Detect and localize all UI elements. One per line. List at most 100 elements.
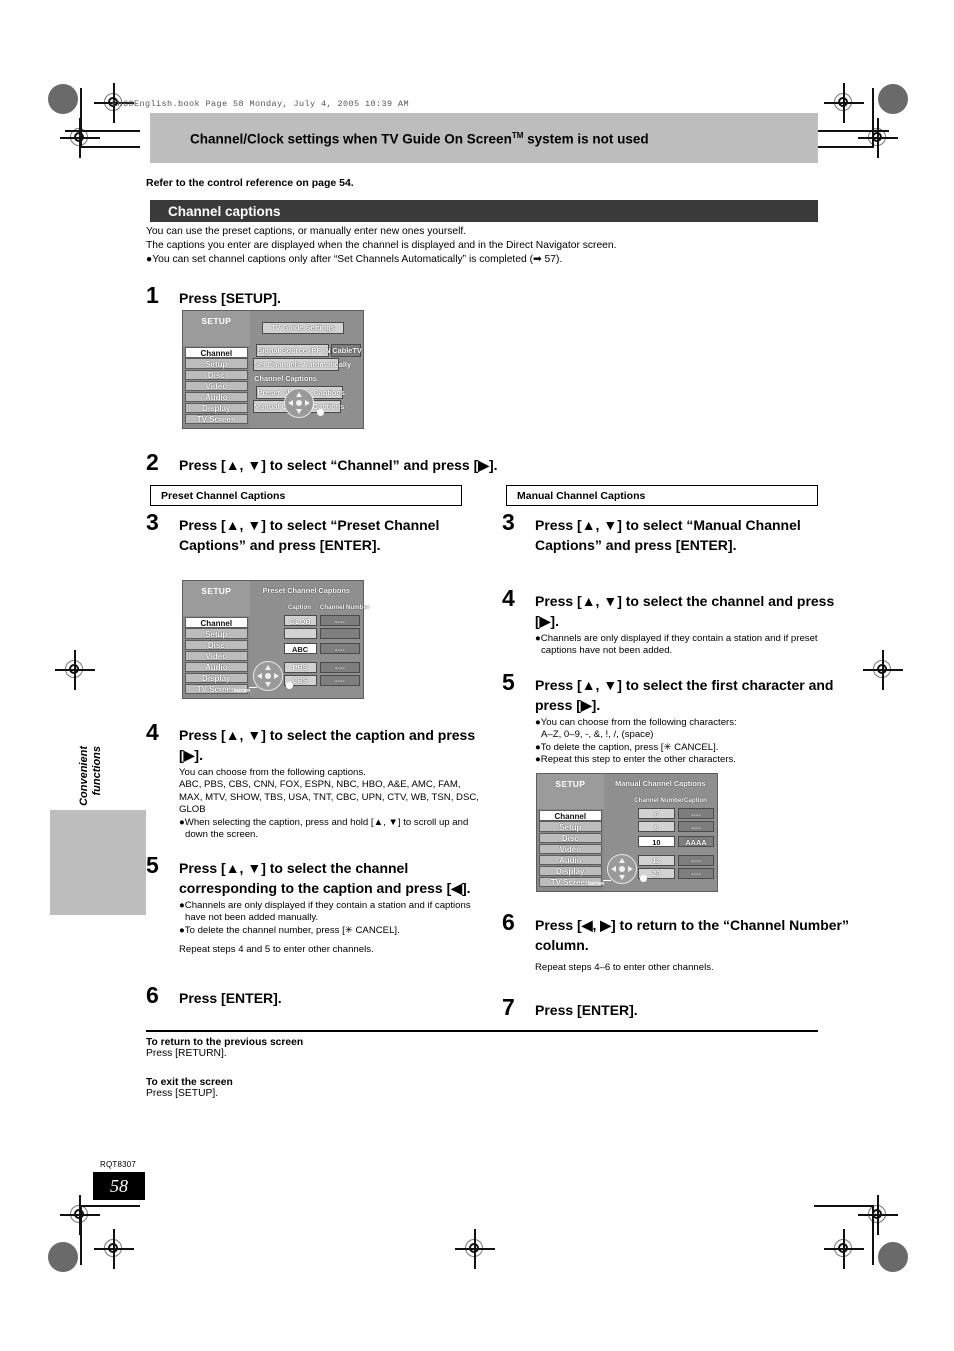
osd-setup-screen: SETUP Channel Setup Disc Video Audio Dis… <box>182 310 364 429</box>
osd-setup-menu-disc[interactable]: Disc <box>184 369 248 381</box>
osd-preset-row-1-channel[interactable] <box>319 627 360 639</box>
side-tab-label: Convenient functions <box>78 746 103 806</box>
right-step-6-body: Press [◀, ▶] to return to the “Channel N… <box>535 915 850 974</box>
osd-preset-menu-video[interactable]: Video <box>184 650 248 662</box>
osd-setup-menu-setup[interactable]: Setup <box>184 358 248 369</box>
footnote-exit-title: To exit the screen <box>146 1077 233 1088</box>
osd-manual-menu-setup[interactable]: Setup <box>538 821 602 832</box>
chapter-banner-title: Channel/Clock settings when TV Guide On … <box>190 131 649 147</box>
osd-preset-content: Preset Channel Captions Caption Channel … <box>234 581 369 698</box>
left-step-4-headline: Press [▲, ▼] to select the caption and p… <box>179 727 476 763</box>
footnote-divider <box>146 1030 818 1032</box>
osd-preset-row-3-channel[interactable]: ---- <box>319 661 360 673</box>
osd-btn-set-channels-automatically[interactable]: Set Channels Automatically <box>253 357 351 371</box>
osd-setup-menu-display[interactable]: Display <box>184 402 248 414</box>
refer-to-control-reference: Refer to the control reference on page 5… <box>146 177 354 189</box>
right-step-5-note-2: A–Z, 0–9, -, &, !, /, (space) <box>541 729 654 741</box>
osd-preset-menu-audio[interactable]: Audio <box>184 661 248 673</box>
left-step-6-headline: Press [ENTER]. <box>179 990 282 1006</box>
osd-preset-dpad-icon: ENTER <box>234 660 293 693</box>
footnote-return: To return to the previous screen Press [… <box>146 1037 303 1059</box>
step-2-number: 2 <box>146 449 159 475</box>
osd-manual-row-0-channel[interactable]: 6 <box>637 807 676 820</box>
chapter-title-before: Channel/Clock settings when TV Guide On … <box>190 131 512 147</box>
footnote-exit-body: Press [SETUP]. <box>146 1088 219 1099</box>
osd-setup-menu-audio[interactable]: Audio <box>184 391 248 403</box>
osd-preset-row-0-caption[interactable]: GLOB <box>283 614 317 627</box>
osd-manual-row-3-caption[interactable]: ---- <box>678 854 714 866</box>
page-number-box: 58 <box>93 1172 145 1200</box>
left-step-4-number: 4 <box>146 719 159 745</box>
osd-manual-menu-video[interactable]: Video <box>538 843 602 855</box>
osd-manual-row-1-channel[interactable]: 8 <box>637 820 676 832</box>
right-step-4-note-1: ●Channels are only displayed if they con… <box>535 633 818 657</box>
osd-preset-row-0-channel[interactable]: ---- <box>319 614 360 627</box>
right-step-5-note-4: ●Repeat this step to enter the other cha… <box>535 754 736 766</box>
osd-preset-row-2-caption[interactable]: ABC <box>283 643 317 655</box>
osd-preset-title: SETUP <box>183 581 250 617</box>
osd-setup-menu-channel[interactable]: Channel <box>184 347 248 358</box>
right-step-5-note-1: ●You can choose from the following chara… <box>535 717 737 728</box>
osd-btn-signal-source[interactable]: Signal Source (RF IN) <box>256 343 333 357</box>
osd-manual-menu-channel[interactable]: Channel <box>538 810 602 821</box>
osd-manual-row-4-caption[interactable]: ---- <box>678 867 714 879</box>
osd-preset-row-4-channel[interactable]: ---- <box>319 674 360 686</box>
osd-preset-row-2-channel[interactable]: ---- <box>319 643 360 655</box>
osd-manual-screen-title: Manual Channel Captions <box>615 778 706 788</box>
osd-preset-title-text: SETUP <box>201 585 232 596</box>
osd-manual-header-channel-number: Channel Number <box>634 797 684 805</box>
left-step-4-note-2: ABC, PBS, CBS, CNN, FOX, ESPN, NBC, HBO,… <box>179 779 479 816</box>
osd-setup-menu-tv-screen[interactable]: TV Screen <box>184 413 248 425</box>
intro-line-1: You can use the preset captions, or manu… <box>146 226 467 237</box>
right-step-3-number: 3 <box>502 509 515 535</box>
osd-manual-row-2-caption[interactable]: AAAA <box>678 836 714 848</box>
osd-preset-header-caption: Caption <box>287 604 311 612</box>
step-1-number: 1 <box>146 282 159 308</box>
right-step-7-body: Press [ENTER]. <box>535 1000 835 1020</box>
section-intro: You can use the preset captions, or manu… <box>146 225 826 266</box>
right-step-3-headline: Press [▲, ▼] to select “Manual Channel C… <box>535 517 801 553</box>
osd-preset-menu-disc[interactable]: Disc <box>184 639 248 651</box>
right-step-6-note-1: Repeat steps 4–6 to enter other channels… <box>535 962 714 973</box>
osd-preset-screen: SETUP Channel Setup Disc Video Audio Dis… <box>182 580 369 699</box>
osd-preset-menu-setup[interactable]: Setup <box>184 628 248 639</box>
right-step-4-body: Press [▲, ▼] to select the channel and p… <box>535 591 845 658</box>
side-tab-convenient-functions: Convenient functions <box>50 746 146 915</box>
left-step-6-number: 6 <box>146 982 159 1008</box>
right-step-7-headline: Press [ENTER]. <box>535 1002 638 1018</box>
left-step-5-note-2: ●To delete the channel number, press [✳ … <box>179 924 400 936</box>
right-step-4-number: 4 <box>502 585 515 611</box>
osd-btn-tv-guide-settings[interactable]: TV Guide Settings <box>262 321 344 335</box>
osd-manual-menu-display[interactable]: Display <box>538 865 602 877</box>
right-step-4-headline: Press [▲, ▼] to select the channel and p… <box>535 593 835 629</box>
osd-manual-menu-disc[interactable]: Disc <box>538 832 602 844</box>
osd-preset-row-3-caption[interactable]: PBS <box>283 661 317 673</box>
osd-manual-row-0-caption[interactable]: ---- <box>678 807 714 820</box>
left-step-4-note-1: You can choose from the following captio… <box>179 767 366 778</box>
osd-preset-menu-display[interactable]: Display <box>184 672 248 684</box>
osd-setup-title: SETUP <box>183 311 250 347</box>
osd-preset-screen-title: Preset Channel Captions <box>262 585 351 595</box>
osd-preset-row-1-caption[interactable] <box>283 627 317 639</box>
footnote-exit: To exit the screen Press [SETUP]. <box>146 1077 233 1099</box>
section-bar: Channel captions <box>150 200 818 222</box>
step-1-headline: Press [SETUP]. <box>179 290 281 306</box>
osd-manual-menu-audio[interactable]: Audio <box>538 854 602 866</box>
osd-setup-menu-video[interactable]: Video <box>184 380 248 392</box>
osd-manual-row-3-channel[interactable]: 12 <box>637 854 676 866</box>
right-step-5-note-3: ●To delete the caption, press [✳ CANCEL]… <box>535 741 719 753</box>
osd-setup-sidebar: SETUP Channel Setup Disc Video Audio Dis… <box>183 311 250 428</box>
osd-manual-row-2-channel[interactable]: 10 <box>637 836 676 848</box>
right-step-4-notes: ●Channels are only displayed if they con… <box>535 633 845 658</box>
osd-btn-signal-source-value[interactable]: CableTV <box>331 343 362 357</box>
osd-manual-row-1-caption[interactable]: ---- <box>678 820 714 832</box>
footnote-return-body: Press [RETURN]. <box>146 1048 227 1059</box>
osd-label-channel-captions: Channel Captions <box>254 373 317 383</box>
intro-line-2: The captions you enter are displayed whe… <box>146 239 617 251</box>
trademark-symbol: TM <box>511 131 524 140</box>
osd-preset-menu-channel[interactable]: Channel <box>184 617 248 628</box>
footnote-return-title: To return to the previous screen <box>146 1037 304 1048</box>
left-step-4-body: Press [▲, ▼] to select the caption and p… <box>179 725 479 841</box>
osd-preset-enter-label: ENTER <box>234 687 251 693</box>
osd-setup-title-text: SETUP <box>201 315 232 326</box>
